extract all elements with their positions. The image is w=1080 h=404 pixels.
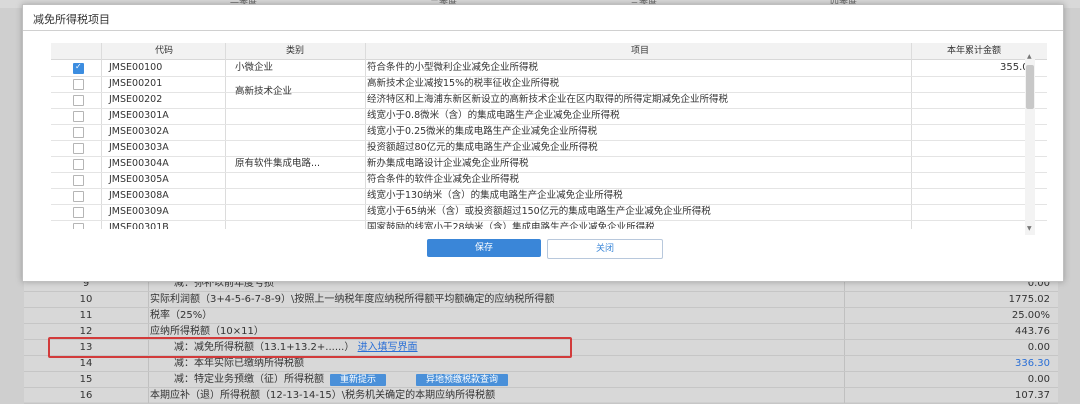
- row-amount: 0.00: [1027, 374, 1050, 385]
- table-row: 14 减：本年实际已缴纳所得税额 336.30: [24, 356, 1058, 372]
- row-number: 14: [79, 358, 93, 369]
- row-amount: 25.00%: [1011, 310, 1050, 321]
- row-checkbox[interactable]: [73, 62, 84, 74]
- scrollbar-thumb[interactable]: [1026, 65, 1034, 109]
- close-button[interactable]: 关闭: [547, 239, 663, 259]
- re-prompt-button[interactable]: 重新提示: [330, 374, 387, 386]
- grid-row[interactable]: JMSE00304A 新办集成电路设计企业减免企业所得税: [51, 156, 1047, 173]
- scroll-down-icon[interactable]: ▼: [1027, 225, 1032, 232]
- row-checkbox[interactable]: [73, 95, 84, 106]
- row-checkbox[interactable]: [73, 159, 84, 170]
- row-number: 16: [79, 390, 93, 401]
- row-code: JMSE00309A: [109, 206, 169, 217]
- row-code: JMSE00202: [109, 94, 163, 105]
- row-description: 减：本年实际已缴纳所得税额: [174, 358, 304, 369]
- grid-row[interactable]: JMSE00301B 国家鼓励的线宽小于28纳米（含）集成电路生产企业减免企业所…: [51, 220, 1047, 229]
- row-code: JMSE00303A: [109, 142, 169, 153]
- row-code: JMSE00201: [109, 78, 163, 89]
- grid-row[interactable]: JMSE00202 经济特区和上海浦东新区新设立的高新技术企业在区内取得的所得定…: [51, 92, 1047, 109]
- scroll-up-icon[interactable]: ▲: [1027, 53, 1032, 60]
- row-item: 符合条件的小型微利企业减免企业所得税: [367, 62, 539, 73]
- row-item: 线宽小于130纳米（含）的集成电路生产企业减免企业所得税: [367, 190, 623, 201]
- row-code: JMSE00301B: [109, 222, 169, 229]
- category-label: 原有软件集成电路...: [235, 158, 321, 169]
- row-item: 新办集成电路设计企业减免企业所得税: [367, 158, 529, 169]
- row-checkbox[interactable]: [73, 79, 84, 90]
- category-label: 小微企业: [235, 62, 274, 73]
- reduction-items-grid: 代码 类别 项目 本年累计金额 JMSE00100 符合条件的小型微利企业减免企…: [51, 43, 1047, 229]
- row-item: 投资额超过80亿元的集成电路生产企业减免企业所得税: [367, 142, 598, 153]
- header-category: 类别: [285, 46, 304, 56]
- row-checkbox[interactable]: [73, 175, 84, 186]
- row-amount: 336.30: [1015, 358, 1050, 369]
- row-code: JMSE00308A: [109, 190, 169, 201]
- highlight-box: [48, 337, 572, 358]
- row-item: 线宽小于0.25微米的集成电路生产企业减免企业所得税: [367, 126, 598, 137]
- save-button[interactable]: 保存: [427, 239, 541, 257]
- table-row: 10 实际利润额（3+4-5-6-7-8-9）\按照上一纳税年度应纳税所得额平均…: [24, 292, 1058, 308]
- row-checkbox[interactable]: [73, 143, 84, 154]
- grid-row[interactable]: JMSE00301A 线宽小于0.8微米（含）的集成电路生产企业减免企业所得税: [51, 108, 1047, 125]
- row-amount: 0.00: [1027, 342, 1050, 353]
- row-item: 国家鼓励的线宽小于28纳米（含）集成电路生产企业减免企业所得税: [367, 222, 655, 229]
- row-item: 高新技术企业减按15%的税率征收企业所得税: [367, 78, 560, 89]
- row-code: JMSE00302A: [109, 126, 169, 137]
- row-description: 税率（25%）: [150, 310, 213, 321]
- row-description: 减：特定业务预缴（征）所得税额 重新提示 异地预缴税款查询: [150, 372, 894, 387]
- dialog-title: 减免所得税项目: [33, 13, 110, 26]
- row-checkbox[interactable]: [73, 111, 84, 122]
- row-amount: 1775.02: [1008, 294, 1050, 305]
- row-number: 15: [79, 374, 93, 385]
- row-amount: 107.37: [1015, 390, 1050, 401]
- row-number: 10: [79, 294, 93, 305]
- category-label: 高新技术企业: [235, 86, 293, 97]
- grid-row[interactable]: JMSE00100 符合条件的小型微利企业减免企业所得税 355.00: [51, 60, 1047, 77]
- header-amount: 本年累计金额: [946, 46, 1001, 56]
- grid-header: 代码 类别 项目 本年累计金额: [51, 43, 1047, 60]
- tax-reduction-dialog: 减免所得税项目 代码 类别 项目 本年累计金额 JMSE00100 符合条件的小…: [22, 4, 1064, 282]
- row-amount: 443.76: [1015, 326, 1050, 337]
- row-checkbox[interactable]: [73, 127, 84, 138]
- row-amount: 355.00: [1000, 62, 1035, 73]
- row-code: JMSE00301A: [109, 110, 169, 121]
- table-row: 11 税率（25%） 25.00%: [24, 308, 1058, 324]
- grid-row[interactable]: JMSE00308A 线宽小于130纳米（含）的集成电路生产企业减免企业所得税: [51, 188, 1047, 205]
- row-item: 符合条件的软件企业减免企业所得税: [367, 174, 520, 185]
- grid-row[interactable]: JMSE00309A 线宽小于65纳米（含）或投资额超过150亿元的集成电路生产…: [51, 204, 1047, 221]
- grid-row[interactable]: JMSE00305A 符合条件的软件企业减免企业所得税: [51, 172, 1047, 189]
- grid-row[interactable]: JMSE00302A 线宽小于0.25微米的集成电路生产企业减免企业所得税: [51, 124, 1047, 141]
- header-item: 项目: [630, 46, 649, 56]
- header-code: 代码: [154, 46, 173, 56]
- row-description: 本期应补（退）所得税额（12-13-14-15）\税务机关确定的本期应纳所得税额: [150, 390, 496, 401]
- row-checkbox[interactable]: [73, 191, 84, 202]
- remote-prepaid-query-button[interactable]: 异地预缴税款查询: [416, 374, 509, 386]
- row-item: 经济特区和上海浦东新区新设立的高新技术企业在区内取得的所得定期减免企业所得税: [367, 94, 729, 105]
- grid-row[interactable]: JMSE00201 高新技术企业减按15%的税率征收企业所得税: [51, 76, 1047, 93]
- table-row: 15 减：特定业务预缴（征）所得税额 重新提示 异地预缴税款查询 0.00: [24, 372, 1058, 388]
- row-number: 11: [79, 310, 93, 321]
- row-item: 线宽小于65纳米（含）或投资额超过150亿元的集成电路生产企业减免企业所得税: [367, 206, 711, 217]
- row-checkbox[interactable]: [73, 223, 84, 229]
- row-checkbox[interactable]: [73, 207, 84, 218]
- row-item: 线宽小于0.8微米（含）的集成电路生产企业减免企业所得税: [367, 110, 620, 121]
- grid-row[interactable]: JMSE00303A 投资额超过80亿元的集成电路生产企业减免企业所得税: [51, 140, 1047, 157]
- row-description: 实际利润额（3+4-5-6-7-8-9）\按照上一纳税年度应纳税所得额平均额确定…: [150, 294, 555, 305]
- row-code: JMSE00304A: [109, 158, 169, 169]
- row-code: JMSE00100: [109, 62, 163, 73]
- row-code: JMSE00305A: [109, 174, 169, 185]
